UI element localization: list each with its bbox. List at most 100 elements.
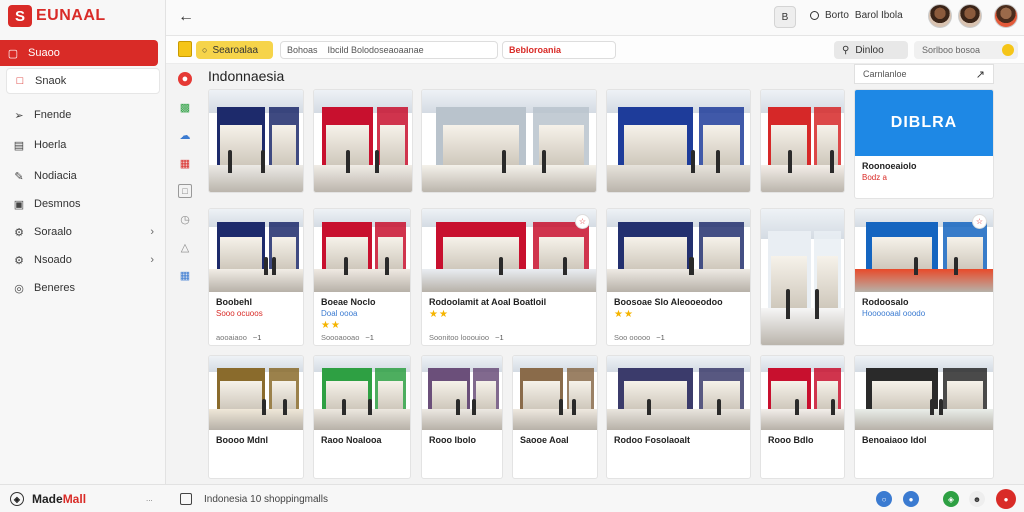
sidebar-item-8[interactable]: ⚙ Nsoado › <box>6 247 160 273</box>
mall-card[interactable]: Rooo Ibolo <box>421 355 503 479</box>
card-image <box>422 356 502 430</box>
card-image <box>607 90 750 192</box>
mall-card[interactable]: Boosoae Slo Aleooeodoo ★★ Soo ooooo ~1 <box>606 208 751 346</box>
brand-subtext: ... <box>146 494 153 503</box>
bottom-bar: ◈ Made Mall ... Indonesia 10 shoppingmall… <box>0 484 1024 512</box>
favorite-icon[interactable]: ☆ <box>972 214 987 229</box>
search-icon: ○ <box>202 45 208 55</box>
mall-card[interactable]: Rodoo Fosolaoalt <box>606 355 751 479</box>
mall-card[interactable] <box>421 89 597 193</box>
card-image <box>209 356 303 430</box>
card-title: Roonoeaiolo <box>862 161 917 171</box>
share-icon[interactable]: ◈ <box>943 491 959 507</box>
card-meta-count: ~1 <box>252 333 262 342</box>
card-meta-text: Soooaooao <box>321 333 360 342</box>
favorite-icon[interactable]: ☆ <box>575 214 590 229</box>
sidebar-item-6[interactable]: ▣ Desmnos <box>6 191 160 217</box>
mall-card[interactable]: Boobehl Sooo ocuoos aooaiaoo ~1 <box>208 208 304 346</box>
category-dropdown[interactable]: Carnlanloe ↗ <box>854 64 994 84</box>
mall-card[interactable]: ☆ Rodoolamit at Aoal Boatloil ★★ Soonitoo l… <box>421 208 597 346</box>
brand-part: Made <box>32 492 63 506</box>
mall-card[interactable]: Saooe Aoal <box>512 355 598 479</box>
card-image <box>314 90 412 192</box>
card-image <box>761 356 844 430</box>
star-rating: ★★ <box>321 320 341 331</box>
image-icon[interactable]: □ <box>178 184 192 198</box>
star-rating: ★★ <box>614 309 634 320</box>
logo[interactable]: S EUNAAL <box>8 5 106 27</box>
avatar[interactable] <box>958 4 982 28</box>
mall-thumbnail <box>607 209 750 292</box>
sidebar: S EUNAAL ▢ Suaoo □ Snaok ➢ Fnende ▤ Hoer… <box>0 0 166 484</box>
sidebar-item-label: Hoerla <box>34 139 67 151</box>
mall-card[interactable]: DIBLRA Roonoeaiolo Bodz a <box>854 89 994 199</box>
card-meta-text: Soo ooooo <box>614 333 651 342</box>
card-meta: Soonitoo looouioo ~1 <box>429 333 504 342</box>
search-chip[interactable]: ○ Searoalaa <box>196 41 273 59</box>
info-icon[interactable]: ○ <box>876 491 892 507</box>
card-title: Rooo Bdlo <box>768 435 814 445</box>
sidebar-item-9[interactable]: ◎ Beneres <box>6 275 160 301</box>
sort-button[interactable]: ⚲ Dinloo <box>834 41 908 59</box>
card-title: Saooe Aoal <box>520 435 569 445</box>
back-arrow-icon[interactable]: ← <box>178 8 194 26</box>
card-meta-count: ~1 <box>495 333 504 342</box>
notification-icon[interactable]: ● <box>996 489 1016 509</box>
card-title: Raoo Noalooa <box>321 435 382 445</box>
mall-card[interactable] <box>313 89 413 193</box>
apps-icon[interactable]: ▦ <box>178 156 192 170</box>
filter-field[interactable]: Bohoas Ibcild Bolodoseaoaanae <box>280 41 498 59</box>
mall-card[interactable]: ☆ Rodoosalo Hoooooaal ooodo <box>854 208 994 346</box>
square-icon: □ <box>16 75 24 87</box>
mall-card[interactable]: Raoo Noalooa <box>313 355 411 479</box>
card-meta-text: aooaiaoo <box>216 333 247 342</box>
card-image <box>607 209 750 292</box>
filter-toggle[interactable] <box>178 41 192 57</box>
mall-card[interactable]: Boooo Mdnl <box>208 355 304 479</box>
mall-card[interactable] <box>606 89 751 193</box>
chat-icon[interactable]: ● <box>903 491 919 507</box>
sidebar-item-1[interactable]: ▢ Suaoo <box>0 40 158 66</box>
view-selector[interactable]: Sorlboo bosoa <box>914 41 1018 59</box>
user-role: Barol Ibola <box>854 10 903 21</box>
page-title: Indonnaesia <box>208 68 285 84</box>
brand[interactable]: ◈ Made Mall <box>10 492 86 506</box>
grid-icon[interactable]: ▦ <box>178 268 192 282</box>
sidebar-item-2[interactable]: □ Snaok <box>6 68 160 94</box>
card-image <box>209 209 303 292</box>
status-circle-icon <box>810 11 819 20</box>
cloud-icon[interactable]: ☁ <box>178 128 192 142</box>
mall-card[interactable]: Boeae Noclo Doal oooa ★★ Soooaooao ~1 <box>313 208 411 346</box>
mall-card[interactable] <box>208 89 304 193</box>
location-field[interactable]: Bebloroania <box>502 41 616 59</box>
user-name: Borto <box>825 10 849 21</box>
chart-icon[interactable]: ▩ <box>178 100 192 114</box>
user-status[interactable]: Borto Barol Ibola <box>810 10 903 21</box>
mall-card[interactable]: Rooo Bdlo <box>760 355 845 479</box>
mall-card[interactable]: Benoaiaoo Idol <box>854 355 994 479</box>
toolbar-button[interactable]: B <box>774 6 796 28</box>
card-image <box>314 209 410 292</box>
clock-icon[interactable]: ◷ <box>178 212 192 226</box>
sidebar-item-4[interactable]: ▤ Hoerla <box>6 132 160 158</box>
profile-icon[interactable]: ☻ <box>969 491 985 507</box>
record-icon[interactable]: ● <box>178 72 192 86</box>
card-subtitle: Sooo ocuoos <box>216 309 263 318</box>
avatar[interactable] <box>928 4 952 28</box>
card-title: Rodoo Fosolaoalt <box>614 435 690 445</box>
card-title: Boobehl <box>216 297 252 307</box>
sidebar-item-7[interactable]: ⚙ Soraalo › <box>6 219 160 245</box>
mall-card[interactable] <box>760 208 845 346</box>
arrow-icon: ↗ <box>975 69 985 81</box>
sidebar-item-5[interactable]: ✎ Nodiacia <box>6 163 160 189</box>
page-icon[interactable] <box>180 493 192 505</box>
mall-thumbnail <box>422 90 596 192</box>
avatar[interactable] <box>994 4 1018 28</box>
user-icon[interactable]: △ <box>178 240 192 254</box>
mall-card[interactable] <box>760 89 845 193</box>
card-image <box>314 356 410 430</box>
mall-thumbnail <box>607 356 750 430</box>
card-image <box>761 90 844 192</box>
sidebar-item-3[interactable]: ➢ Fnende <box>6 102 160 128</box>
mall-thumbnail <box>761 209 844 345</box>
